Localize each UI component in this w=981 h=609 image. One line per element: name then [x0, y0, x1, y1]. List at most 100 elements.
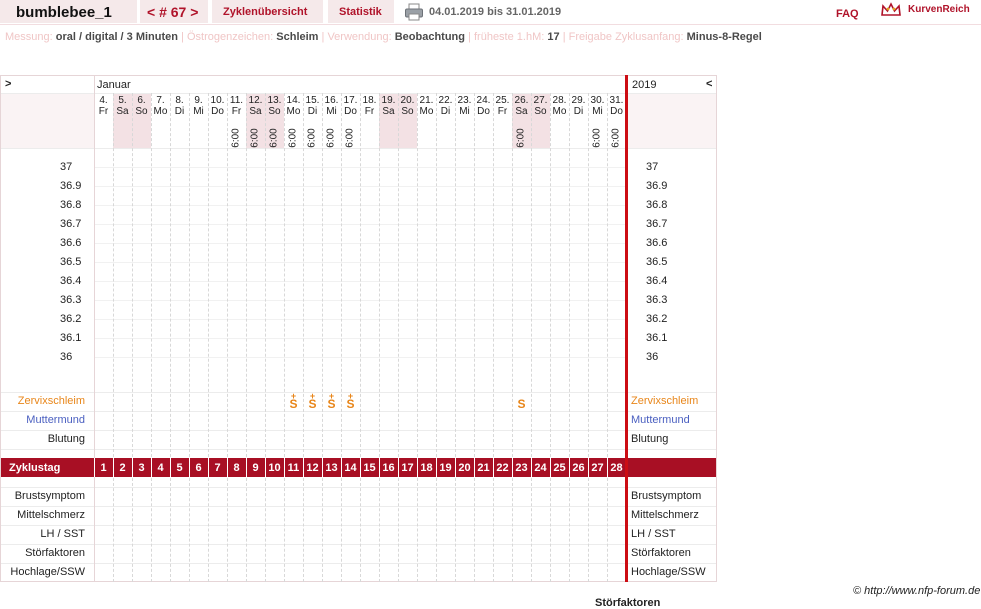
header-divider: [0, 24, 981, 25]
measurement-time: 6:00: [307, 118, 318, 158]
day-number[interactable]: 17.: [341, 96, 360, 106]
zyklustag-number: 19: [439, 462, 452, 474]
date-range: 04.01.2019 bis 31.01.2019: [429, 6, 562, 18]
zyklustag-number: 10: [268, 462, 281, 474]
day-number[interactable]: 22.: [436, 96, 455, 106]
day-grid-line: [398, 478, 399, 582]
weekday-label: Do: [610, 106, 623, 117]
zyklustag-number: 12: [306, 462, 319, 474]
row-label: Störfaktoren: [25, 547, 85, 559]
weekday-label: Mi: [459, 106, 470, 117]
zyklustag-label: Zyklustag: [9, 462, 61, 474]
measurement-time: 6:00: [516, 118, 527, 158]
weekday-label: So: [135, 106, 148, 117]
zyklustag-number: 7: [214, 462, 221, 474]
weekday-label: Do: [477, 106, 490, 117]
day-grid-line: [379, 478, 380, 582]
weekday-label: Fr: [98, 106, 109, 117]
cut-off-text: Störfaktoren: [595, 597, 661, 609]
day-grid-line: [246, 93, 247, 457]
day-number[interactable]: 23.: [455, 96, 474, 106]
zyklustag-divider: [512, 458, 513, 477]
zyklustag-divider: [189, 458, 190, 477]
zyklustag-divider: [208, 458, 209, 477]
day-number[interactable]: 6.: [132, 96, 151, 106]
day-number[interactable]: 7.: [151, 96, 170, 106]
day-grid-line: [474, 478, 475, 582]
row-label: Brustsymptom: [14, 490, 85, 502]
zervix-mark[interactable]: S: [303, 397, 322, 411]
weekday-label: Fr: [231, 106, 242, 117]
day-number[interactable]: 14.: [284, 96, 303, 106]
day-number[interactable]: 8.: [170, 96, 189, 106]
scroll-right-arrow[interactable]: <: [706, 78, 712, 90]
zervix-mark[interactable]: S: [341, 397, 360, 411]
day-number[interactable]: 28.: [550, 96, 569, 106]
scroll-left-arrow[interactable]: >: [5, 78, 11, 90]
zervix-mark[interactable]: S: [284, 397, 303, 411]
weekday-label: Mo: [552, 106, 567, 117]
temp-label: 36.8: [60, 199, 82, 211]
zyklustag-divider: [607, 458, 608, 477]
zyklustag-number: 4: [157, 462, 164, 474]
grid-row-line: [1, 93, 716, 94]
current-day-line: [625, 75, 628, 582]
day-number[interactable]: 5.: [113, 96, 132, 106]
settings-separator: |: [562, 31, 566, 43]
weekday-label: Sa: [116, 106, 129, 117]
day-number[interactable]: 24.: [474, 96, 493, 106]
day-number[interactable]: 31.: [607, 96, 626, 106]
temp-label: 36.9: [60, 180, 82, 192]
zyklustag-number: 23: [515, 462, 528, 474]
faq-link[interactable]: FAQ: [836, 8, 859, 20]
tab-zyklenuebersicht-label[interactable]: Zyklenübersicht: [223, 6, 307, 18]
username: bumblebee_1: [16, 4, 112, 21]
measurement-time: 6:00: [269, 118, 280, 158]
day-grid-line: [531, 93, 532, 457]
day-number[interactable]: 25.: [493, 96, 512, 106]
tab-statistik-label[interactable]: Statistik: [339, 6, 382, 18]
day-number[interactable]: 12.: [246, 96, 265, 106]
temp-label-right: 36: [646, 351, 659, 363]
zyklustag-number: 14: [344, 462, 357, 474]
day-number[interactable]: 29.: [569, 96, 588, 106]
settings-value: Schleim: [276, 31, 319, 43]
day-number[interactable]: 10.: [208, 96, 227, 106]
weekday-label: Sa: [515, 106, 528, 117]
printer-icon[interactable]: [404, 3, 424, 21]
grid-row-line: [1, 411, 716, 412]
cycle-nav[interactable]: < # 67 >: [147, 4, 198, 20]
temp-label-right: 36.2: [646, 313, 668, 325]
day-number[interactable]: 19.: [379, 96, 398, 106]
day-number[interactable]: 13.: [265, 96, 284, 106]
header-band-right: [628, 93, 716, 148]
day-number[interactable]: 15.: [303, 96, 322, 106]
zervix-mark[interactable]: S: [512, 397, 531, 411]
day-number[interactable]: 9.: [189, 96, 208, 106]
copyright[interactable]: © http://www.nfp-forum.de: [853, 585, 980, 597]
day-number[interactable]: 18.: [360, 96, 379, 106]
day-number[interactable]: 4.: [94, 96, 113, 106]
day-number[interactable]: 21.: [417, 96, 436, 106]
day-grid-line: [398, 93, 399, 457]
day-grid-line: [588, 93, 589, 457]
row-label-right: Störfaktoren: [631, 547, 691, 559]
brand-name[interactable]: KurvenReich: [908, 4, 970, 15]
day-number[interactable]: 27.: [531, 96, 550, 106]
weekday-label: So: [401, 106, 414, 117]
day-number[interactable]: 11.: [227, 96, 246, 106]
day-grid-line: [474, 93, 475, 457]
day-number[interactable]: 16.: [322, 96, 341, 106]
day-number[interactable]: 30.: [588, 96, 607, 106]
day-number[interactable]: 20.: [398, 96, 417, 106]
day-grid-line: [341, 478, 342, 582]
day-number[interactable]: 26.: [512, 96, 531, 106]
weekday-label: Do: [211, 106, 224, 117]
zervix-mark[interactable]: S: [322, 397, 341, 411]
weekday-label: Di: [174, 106, 185, 117]
day-grid-line: [227, 478, 228, 582]
weekday-label: Di: [307, 106, 318, 117]
crown-logo-icon[interactable]: [880, 2, 902, 18]
day-grid-line: [417, 93, 418, 457]
temp-label-right: 36.1: [646, 332, 668, 344]
